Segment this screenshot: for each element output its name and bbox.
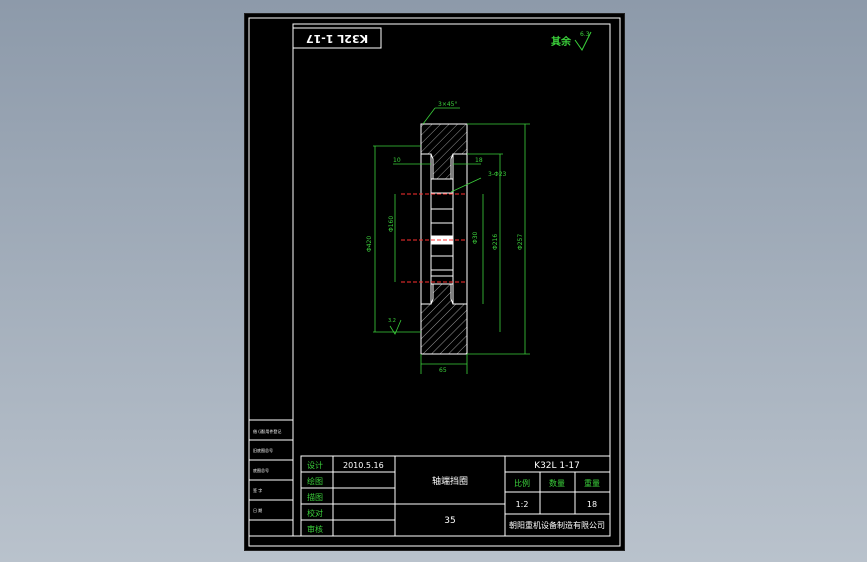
- row-label-approve: 审核: [307, 524, 323, 534]
- value-scale: 1:2: [516, 500, 529, 509]
- dim-bore: Φ30: [472, 231, 479, 244]
- section-top: [420, 123, 468, 180]
- side-label-5: 日 期: [253, 507, 262, 513]
- dim-total-dia: Φ257: [517, 234, 524, 250]
- dim-roughness-small: 3.2: [388, 318, 396, 324]
- dim-inner-dia: Φ420: [366, 236, 373, 252]
- row-label-check: 校对: [307, 508, 323, 518]
- side-label-3: 底图总号: [253, 467, 269, 473]
- surface-finish-label: 其余: [551, 35, 572, 48]
- header-qty: 数量: [549, 478, 565, 488]
- side-label-1: 借 (通)用件登记: [253, 428, 281, 434]
- row-label-trace: 描图: [307, 492, 323, 502]
- dim-right-offset: 18: [475, 157, 483, 164]
- hole-slot-4: [430, 275, 454, 285]
- mirrored-drawing-number: K32L 1-17: [306, 32, 368, 45]
- header-weight: 重量: [584, 478, 600, 488]
- side-block: 借 (通)用件登记 旧底图总号 底图总号 签 字 日 期: [248, 419, 294, 537]
- part-name: 轴端挡圈: [432, 475, 468, 487]
- hole-slot-3: [430, 255, 454, 271]
- title-block: 设计 绘图 描图 校对 审核 2010.5.16 轴端挡圈 35 K32L 1-…: [300, 455, 611, 537]
- row-label-draw: 绘图: [307, 476, 323, 486]
- dim-holes: 3-Φ23: [488, 171, 507, 178]
- drawing-sheet: K32L 1-17 其余 6.3 3×45° 10 18 3-Φ23 Φ160 …: [244, 13, 625, 551]
- dim-bolt-circle: Φ160: [388, 216, 395, 232]
- section-bottom: [420, 283, 468, 355]
- design-date: 2010.5.16: [343, 461, 384, 470]
- dim-outer-dia: Φ216: [492, 234, 499, 250]
- company-name: 朝阳重机设备制造有限公司: [509, 520, 605, 530]
- side-label-2: 旧底图总号: [253, 447, 273, 453]
- hole-slot-1: [430, 178, 454, 194]
- row-label-design: 设计: [307, 460, 323, 470]
- drawing-svg: K32L 1-17 其余 6.3 3×45° 10 18 3-Φ23 Φ160 …: [248, 17, 621, 547]
- dim-chamfer: 3×45°: [438, 101, 457, 108]
- side-label-4: 签 字: [253, 487, 262, 493]
- title-drawing-number: K32L 1-17: [534, 461, 580, 471]
- material: 35: [444, 516, 455, 526]
- hole-slot-2: [430, 208, 454, 224]
- part-view: [401, 123, 468, 355]
- dim-thickness: 65: [439, 367, 447, 374]
- dim-left-offset: 10: [393, 157, 401, 164]
- header-scale: 比例: [514, 478, 530, 488]
- value-weight: 18: [587, 500, 597, 509]
